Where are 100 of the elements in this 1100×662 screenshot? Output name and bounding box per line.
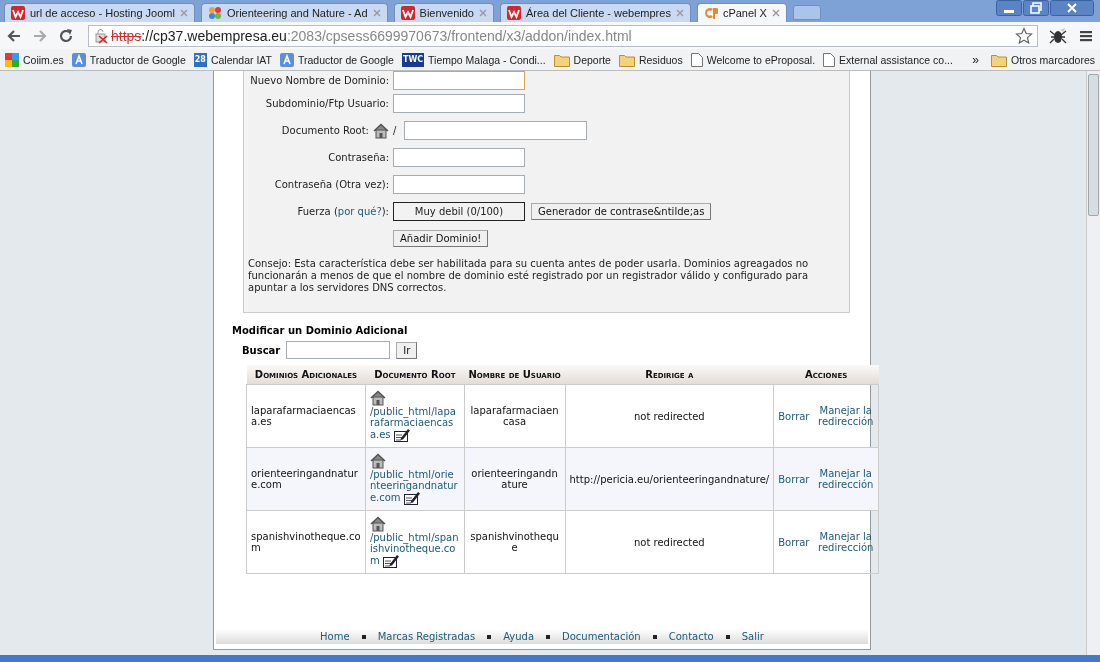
table-cell: spanishvinotheque.com: [246, 510, 366, 574]
input-field[interactable]: [393, 94, 525, 113]
reload-icon: [58, 27, 74, 44]
field-label: Nuevo Nombre de Dominio:: [250, 75, 389, 86]
calendar-icon: 28: [193, 52, 207, 67]
bookmark[interactable]: Deporte: [553, 52, 611, 67]
table-cell: laparafarmaciaencasa: [464, 384, 565, 448]
bookmark[interactable]: Traductor de Google: [71, 52, 186, 67]
section-title: Modificar un Dominio Adicional: [232, 325, 409, 336]
folder-icon: [553, 52, 570, 67]
strength-label: Fuerza (por qué?):: [297, 206, 389, 217]
footer-link[interactable]: Documentación: [562, 631, 641, 642]
manage-redirect-link[interactable]: Manejar la redirección: [817, 468, 874, 490]
url-text: https://cp37.webempresa.eu:2083/cpsess6699970673/frontend/x3/addon/index.html: [111, 27, 633, 44]
table-cell: orienteeringandnature: [464, 447, 565, 511]
browser-tab[interactable]: cPanel X: [696, 3, 787, 22]
close-icon: [1050, 0, 1094, 16]
close-icon: [372, 9, 381, 17]
bookmark[interactable]: 28 Calendar IAT: [193, 52, 272, 67]
scrollbar[interactable]: [1086, 71, 1100, 655]
delete-link[interactable]: Borrar: [778, 536, 810, 548]
bug-icon: [1048, 26, 1068, 45]
field-label: Documento Root:: [281, 125, 369, 136]
folder-icon: [618, 52, 635, 67]
field-label: Contraseña (Otra vez):: [274, 179, 389, 190]
password-generator-button[interactable]: Generador de contrase&ntilde;as: [531, 203, 712, 220]
footer-link[interactable]: Ayuda: [503, 631, 535, 642]
home-icon: [373, 122, 389, 139]
folder-icon: [990, 52, 1007, 67]
bookmark[interactable]: Residuos: [618, 52, 683, 67]
edit-icon: [403, 491, 420, 505]
edit-icon: [382, 554, 399, 568]
input-field[interactable]: [393, 71, 525, 90]
input-field[interactable]: [404, 121, 588, 140]
tab-title: Área del Cliente - webempres: [526, 7, 671, 19]
table-cell: not redirected: [565, 510, 774, 574]
browser-tab[interactable]: url de acceso - Hosting Jooml: [4, 3, 195, 22]
w-logo-icon: [507, 6, 521, 20]
footer-link[interactable]: Marcas Registradas: [377, 631, 476, 642]
go-button[interactable]: Ir: [396, 341, 418, 359]
footer-link[interactable]: Salir: [741, 631, 764, 642]
bookmark[interactable]: External assistance co...: [823, 52, 953, 67]
field-label: Subdominio/Ftp Usuario:: [265, 98, 389, 109]
address-bar[interactable]: https://cp37.webempresa.eu:2083/cpsess6699970673/frontend/x3/addon/index.html: [88, 24, 1038, 47]
forward-icon: [32, 27, 48, 44]
footer-link[interactable]: Home: [320, 631, 350, 642]
tab-title: url de acceso - Hosting Jooml: [30, 7, 175, 19]
page-icon: [690, 52, 703, 67]
bookmark[interactable]: Welcome to eProposal.: [690, 52, 816, 67]
new-tab-button[interactable]: [792, 5, 821, 20]
weather-icon: TWC: [401, 52, 425, 67]
advice-text: Consejo: Esta característica debe ser habilitada para su cuenta antes de poder usarla. Dominios agreagados no funcionarán a menos de que el nombre de dominio esté registrado por un registrador válido y configurado para apuntar a los servidores DNS correctos.: [248, 258, 810, 294]
column-header: Documento Root: [365, 365, 465, 385]
bookmarks-overflow-button[interactable]: »: [972, 52, 979, 67]
field-label: Contraseña:: [328, 152, 389, 163]
table-cell: laparafarmaciaencasa.es: [246, 384, 366, 448]
input-field[interactable]: [393, 175, 525, 194]
tab-title: cPanel X: [722, 7, 767, 19]
close-icon: [675, 9, 684, 17]
delete-link[interactable]: Borrar: [778, 473, 810, 485]
table-cell: not redirected: [565, 384, 774, 448]
browser-tab[interactable]: Bienvenido: [393, 3, 494, 22]
other-bookmarks[interactable]: Otros marcadores: [990, 52, 1095, 67]
back-icon: [6, 27, 22, 44]
manage-redirect-link[interactable]: Manejar la redirección: [817, 531, 874, 553]
close-icon: [479, 9, 487, 17]
bookmark[interactable]: TWC Tiempo Malaga - Condi...: [401, 52, 546, 67]
bookmark[interactable]: Coiim.es: [5, 52, 64, 67]
tab-title: Orienteering and Nature - Ad: [226, 7, 368, 19]
google-logo-icon: [5, 52, 19, 67]
table-cell: http://pericia.eu/orienteeringandnature/: [565, 447, 774, 511]
translate-icon: [71, 52, 86, 67]
flower-logo-icon: [207, 6, 222, 20]
path-prefix: /: [393, 125, 397, 136]
table-cell: spanishvinotheque: [464, 510, 565, 574]
search-label: Buscar: [242, 344, 281, 356]
add-domain-button[interactable]: Añadir Dominio!: [393, 230, 489, 247]
w-logo-icon: [11, 6, 25, 20]
table-cell: orienteeringandnature.com: [246, 447, 366, 511]
column-header: Redirige a: [565, 365, 774, 385]
column-header: Nombre de Usuario: [464, 365, 565, 385]
browser-tab[interactable]: Orienteering and Nature - Ad: [200, 3, 388, 22]
manage-redirect-link[interactable]: Manejar la redirección: [817, 405, 874, 427]
star-icon: [1015, 26, 1033, 45]
delete-link[interactable]: Borrar: [778, 410, 810, 422]
input-field[interactable]: [393, 148, 525, 167]
bookmark[interactable]: Traductor de Google: [280, 52, 394, 67]
strength-meter: Muy debil (0/100): [393, 202, 525, 221]
browser-tab[interactable]: Área del Cliente - webempres: [500, 3, 691, 22]
close-icon: [179, 9, 188, 17]
maximize-icon: [1023, 0, 1049, 16]
minimize-icon: [996, 0, 1022, 16]
search-field[interactable]: [286, 341, 391, 359]
w-logo-icon: [400, 6, 415, 20]
page-icon: [823, 52, 836, 67]
close-icon: [771, 9, 780, 17]
tab-title: Bienvenido: [419, 7, 474, 19]
column-header: Acciones: [773, 365, 879, 385]
footer-link[interactable]: Contacto: [668, 631, 714, 642]
column-header: Dominios Adicionales: [246, 365, 366, 385]
